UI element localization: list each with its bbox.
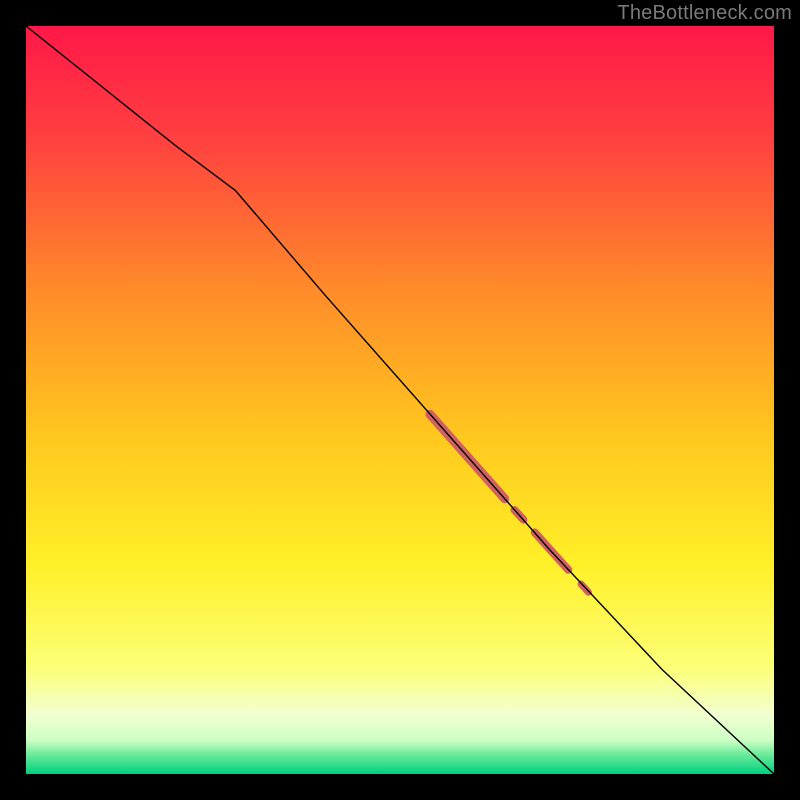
watermark-text: TheBottleneck.com [617,2,792,25]
chart-overlay [26,26,774,774]
plot-area [26,26,774,774]
chart-frame: TheBottleneck.com [0,0,800,800]
main-curve-line [26,26,774,774]
